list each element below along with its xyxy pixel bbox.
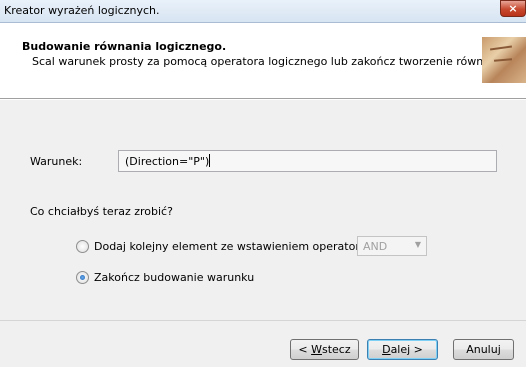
question-label: Co chciałbyś teraz zrobić? [30,205,173,218]
condition-input[interactable]: (Direction="P") [118,150,497,172]
finish-condition-radio[interactable] [76,271,89,284]
close-button[interactable]: × [500,0,526,17]
wizard-banner-image [482,37,526,83]
next-button-mnemonic: D [382,343,391,356]
next-button[interactable]: Dalej > [367,339,438,360]
wizard-header: Budowanie równania logicznego. Scal waru… [0,23,526,98]
cancel-button[interactable]: Anuluj [453,339,514,360]
condition-label: Warunek: [30,155,83,168]
back-button[interactable]: < Wstecz [290,339,359,360]
condition-value: (Direction="P") [125,155,210,168]
window-title: Kreator wyrażeń logicznych. [4,4,160,17]
add-element-label[interactable]: Dodaj kolejny element ze wstawieniem ope… [94,240,367,253]
close-icon: × [508,2,518,15]
back-button-mnemonic: W [311,343,322,356]
finish-condition-label[interactable]: Zakończ budowanie warunku [94,271,254,284]
header-title: Budowanie równania logicznego. [22,40,227,53]
operator-select-value: AND [363,240,388,253]
chevron-down-icon: ▼ [414,240,421,249]
add-element-radio[interactable] [76,240,89,253]
back-button-prefix: < [298,343,312,356]
text-caret [209,154,211,167]
back-button-label: stecz [321,343,351,356]
operator-select[interactable]: AND ▼ [357,236,427,256]
header-subtitle: Scal warunek prosty za pomocą operatora … [32,55,511,68]
wizard-footer [0,321,526,367]
title-bar[interactable]: Kreator wyrażeń logicznych. × [0,0,526,23]
next-button-label: alej > [390,343,423,356]
dialog-window: Kreator wyrażeń logicznych. × Budowanie … [0,0,526,367]
